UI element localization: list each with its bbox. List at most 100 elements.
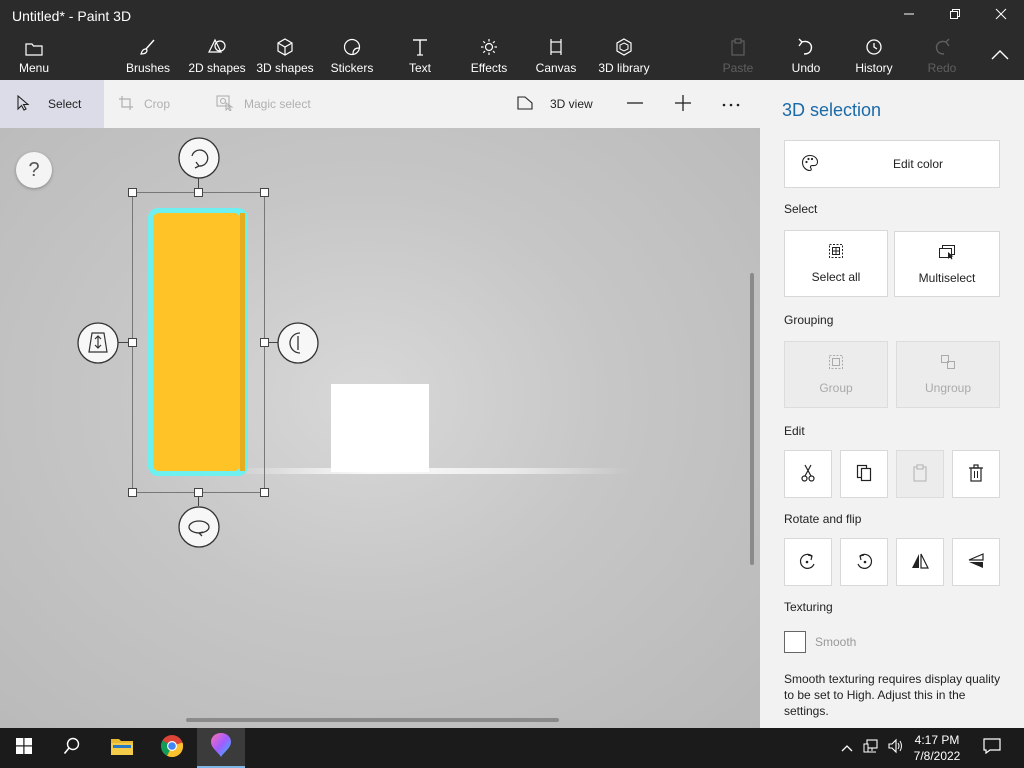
crop-tool-button[interactable]: Crop [118,80,198,128]
canvas-button[interactable]: Canvas [532,32,580,80]
select-all-button[interactable]: Select all [784,230,888,297]
undo-button[interactable]: Undo [786,32,826,80]
flip-vertical-icon [967,552,985,573]
restore-button[interactable] [932,0,978,32]
yellow-cuboid[interactable] [153,213,240,471]
edit-color-button[interactable]: Edit color [784,140,1000,188]
text-icon [411,32,429,58]
paint-3d-icon [210,732,232,763]
collapse-toolbar-button[interactable] [986,32,1014,80]
group-icon [828,354,844,373]
horizontal-scrollbar[interactable] [186,718,559,722]
2d-shapes-button[interactable]: 2D shapes [186,32,248,80]
texturing-note: Smooth texturing requires display qualit… [784,672,1001,718]
select-tool-label: Select [48,97,82,111]
network-icon [863,738,879,759]
rotate-right-button[interactable] [840,538,888,586]
delete-button[interactable] [952,450,1000,498]
close-button[interactable] [978,0,1024,32]
resize-handle[interactable] [194,488,203,497]
text-button[interactable]: Text [398,32,442,80]
notification-icon [983,737,1001,759]
chrome-button[interactable] [148,728,196,768]
brushes-button[interactable]: Brushes [120,32,176,80]
resize-handle[interactable] [128,188,137,197]
paint-3d-taskbar-button[interactable] [197,728,245,768]
paste-panel-button[interactable] [896,450,944,498]
main-toolbar: Menu Brushes 2D shapes 3D shapes Sticker… [0,32,1024,80]
smooth-checkbox[interactable] [784,631,806,653]
flip-vertical-button[interactable] [952,538,1000,586]
3d-view-button[interactable]: 3D view [516,80,606,128]
effects-label: Effects [470,61,508,75]
magic-select-button[interactable]: Magic select [216,80,336,128]
effects-button[interactable]: Effects [464,32,514,80]
clock-time: 4:17 PM [914,733,960,747]
multiselect-button[interactable]: Multiselect [894,231,1000,297]
copy-button[interactable] [840,450,888,498]
grouping-section-heading: Grouping [784,313,834,327]
3d-shapes-button[interactable]: 3D shapes [254,32,316,80]
paste-icon [912,463,928,485]
cut-button[interactable] [784,450,832,498]
menu-button[interactable]: Menu [10,32,58,80]
plus-icon [674,94,702,115]
resize-handle[interactable] [260,488,269,497]
minus-icon [626,94,654,115]
redo-button[interactable]: Redo [922,32,962,80]
smooth-label: Smooth [815,635,857,649]
resize-handle[interactable] [194,188,203,197]
history-label: History [855,61,893,75]
volume-button[interactable] [884,728,906,768]
trash-icon [968,463,984,485]
chevron-up-icon [991,47,1009,65]
3d-view-icon [516,95,544,114]
stickers-button[interactable]: Stickers [326,32,378,80]
folder-icon [25,32,43,58]
floor-highlight [230,468,630,474]
resize-handle[interactable] [260,338,269,347]
start-button[interactable] [0,728,48,768]
stickers-label: Stickers [330,61,374,75]
2d-shapes-icon [207,32,227,58]
zoom-out-button[interactable] [626,80,654,128]
taskbar-clock[interactable]: 4:17 PM 7/8/2022 [906,732,968,764]
paste-label: Paste [722,61,754,75]
canvas-icon [547,32,565,58]
palette-icon [801,154,819,175]
resize-handle[interactable] [128,488,137,497]
search-button[interactable] [48,728,96,768]
action-center-button[interactable] [978,728,1006,768]
rotate-top-control[interactable] [178,137,220,179]
select-tool-button[interactable]: Select [0,80,104,128]
more-options-button[interactable] [722,80,748,128]
white-cube[interactable] [331,384,429,472]
crop-icon [118,95,144,114]
history-button[interactable]: History [850,32,898,80]
network-button[interactable] [860,728,882,768]
3d-library-button[interactable]: 3D library [594,32,654,80]
multiselect-label: Multiselect [918,270,976,285]
rotate-bottom-control[interactable] [178,506,220,548]
rotate-right-control[interactable] [277,322,319,364]
paste-button[interactable]: Paste [718,32,758,80]
rotate-left-button[interactable] [784,538,832,586]
vertical-scrollbar[interactable] [750,273,754,565]
show-hidden-icons-button[interactable] [836,728,858,768]
menu-label: Menu [18,61,50,75]
file-explorer-button[interactable] [98,728,146,768]
group-button[interactable]: Group [784,341,888,408]
ungroup-button[interactable]: Ungroup [896,341,1000,408]
flip-horizontal-button[interactable] [896,538,944,586]
3d-shapes-label: 3D shapes [256,61,314,75]
search-icon [63,737,81,760]
brush-icon [139,32,157,58]
resize-handle[interactable] [260,188,269,197]
drawing-canvas[interactable]: ? [0,128,760,728]
minimize-button[interactable] [886,0,932,32]
clock-date: 7/8/2022 [913,749,961,763]
resize-handle[interactable] [128,338,137,347]
zoom-in-button[interactable] [674,80,702,128]
depth-control[interactable] [77,322,119,364]
sticker-icon [343,32,361,58]
